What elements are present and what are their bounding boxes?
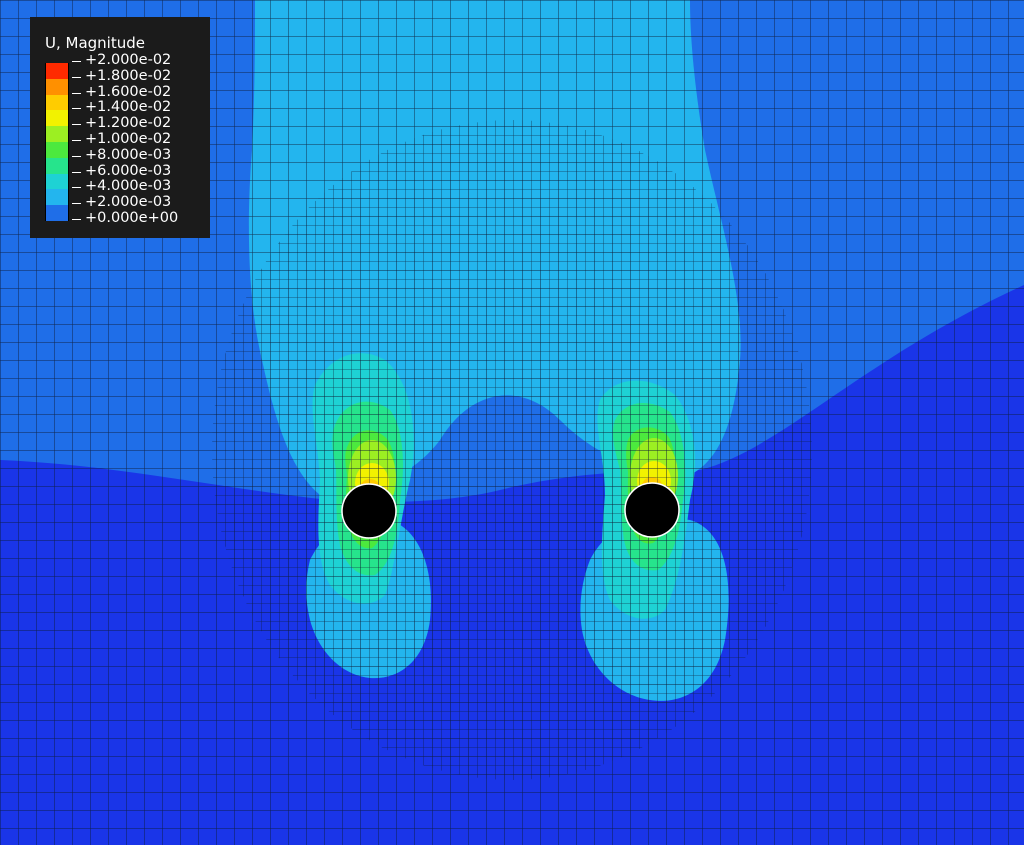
legend-swatch [45, 63, 69, 79]
legend-value-label: +1.800e-02 [72, 68, 178, 85]
legend-swatch [45, 78, 69, 95]
left-hole [341, 483, 397, 539]
legend-swatch [45, 205, 69, 221]
legend-value-label: +6.000e-03 [72, 163, 178, 180]
legend-labels: +2.000e-02 +1.800e-02 +1.600e-02 +1.400e-02… [72, 52, 178, 227]
legend-value-label: +8.000e-03 [72, 147, 178, 164]
legend-swatches [45, 63, 69, 221]
legend-value-label: +1.600e-02 [72, 84, 178, 101]
right-hole [624, 482, 680, 538]
legend-value-label: +1.400e-02 [72, 100, 178, 116]
legend-value-label: +1.200e-02 [72, 115, 178, 132]
legend-swatch [45, 126, 69, 142]
legend-value-label: +0.000e+00 [72, 210, 178, 227]
legend-value-label: +2.000e-03 [72, 194, 178, 211]
legend-swatch [45, 110, 69, 127]
fem-viewport[interactable]: U, Magnitude +2.000e-02 +1.800e-02 +1.600e… [0, 0, 1024, 845]
legend-value-label: +2.000e-02 [72, 52, 178, 69]
legend-swatch [45, 157, 69, 174]
legend-title: U, Magnitude [45, 34, 145, 52]
refined-mesh-grid [212, 120, 812, 780]
legend-swatch [45, 94, 69, 111]
legend-swatch [45, 141, 69, 158]
legend-value-label: +4.000e-03 [72, 179, 178, 195]
legend-value-label: +1.000e-02 [72, 131, 178, 148]
legend-swatch [45, 173, 69, 190]
contour-legend: U, Magnitude +2.000e-02 +1.800e-02 +1.600e… [30, 17, 210, 238]
legend-swatch [45, 189, 69, 206]
